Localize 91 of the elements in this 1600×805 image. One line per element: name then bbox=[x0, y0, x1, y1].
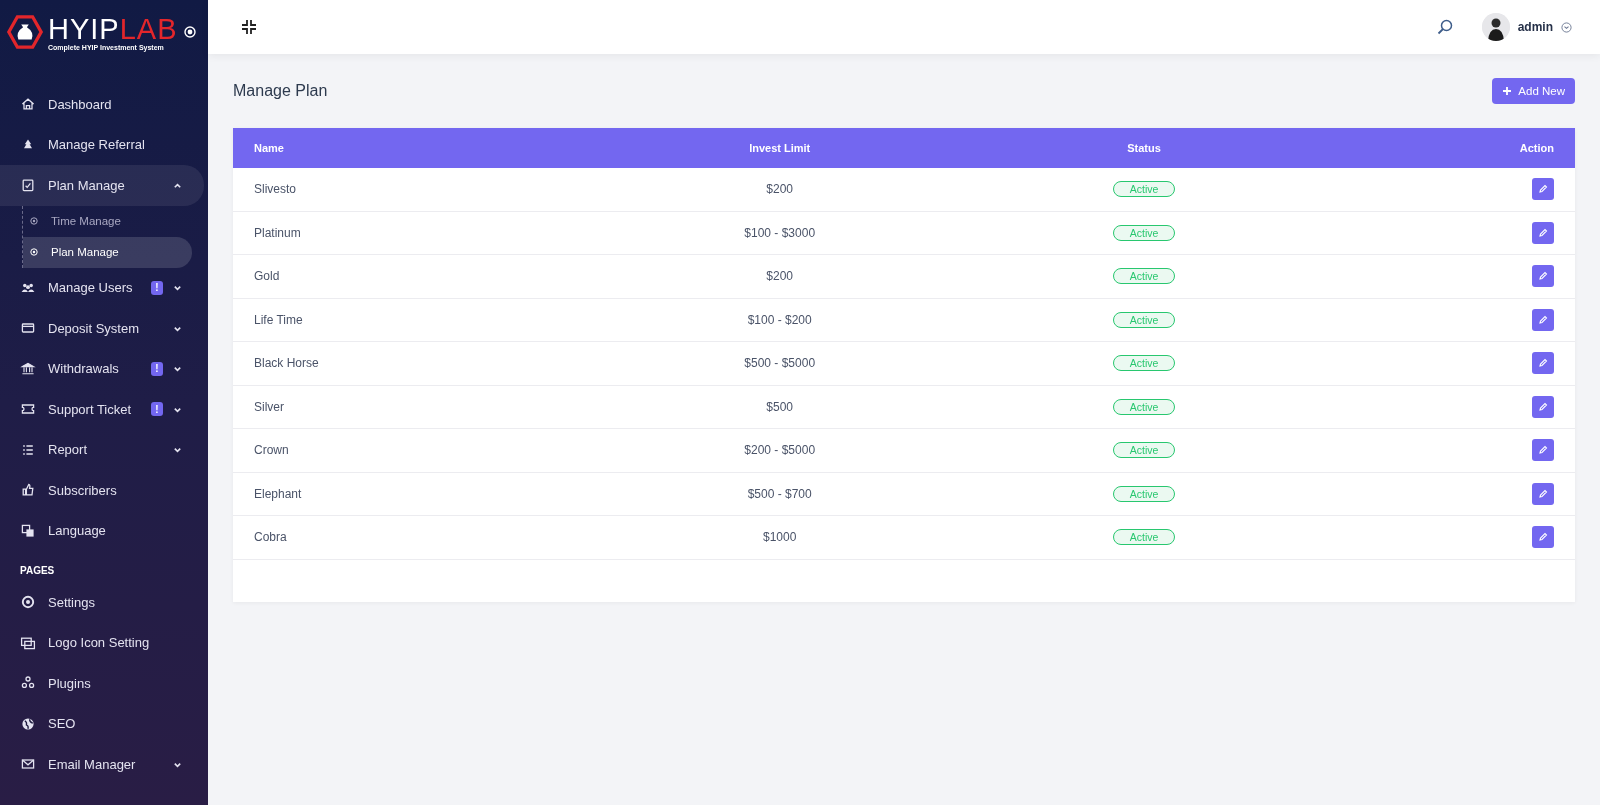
menu-icon bbox=[20, 594, 36, 611]
circle-dot-icon bbox=[30, 248, 38, 256]
status-badge: Active bbox=[1112, 529, 1176, 546]
sidebar-item[interactable]: Logo Icon Setting bbox=[0, 622, 204, 663]
alert-badge: ! bbox=[151, 361, 163, 376]
radio-dot-icon bbox=[183, 26, 196, 38]
sidebar-item[interactable]: Report bbox=[0, 429, 204, 470]
edit-button[interactable] bbox=[1532, 526, 1554, 549]
pencil-icon bbox=[1538, 445, 1548, 456]
sidebar-item[interactable]: Settings bbox=[0, 582, 204, 623]
status-badge: Active bbox=[1112, 398, 1176, 415]
sidebar-item[interactable]: Withdrawals ! bbox=[0, 348, 204, 389]
edit-button[interactable] bbox=[1532, 352, 1554, 375]
menu-icon bbox=[20, 177, 36, 194]
sidebar-item[interactable]: Language bbox=[0, 510, 204, 551]
alert-badge: ! bbox=[151, 402, 163, 417]
menu-icon bbox=[20, 522, 36, 539]
invest-limit: $200 bbox=[590, 254, 969, 298]
plan-name: Elephant bbox=[233, 472, 591, 516]
plus-icon bbox=[1502, 86, 1513, 96]
sidebar-item[interactable]: Plugins bbox=[0, 663, 204, 704]
brand-name: HYIPLAB bbox=[48, 13, 178, 44]
chevron-icon bbox=[173, 364, 182, 374]
edit-button[interactable] bbox=[1532, 265, 1554, 288]
edit-button[interactable] bbox=[1532, 221, 1554, 244]
pencil-icon bbox=[1538, 488, 1548, 499]
edit-button[interactable] bbox=[1532, 439, 1554, 462]
status-badge: Active bbox=[1112, 442, 1176, 459]
sidebar-item[interactable]: Manage Referral bbox=[0, 124, 204, 165]
add-new-button[interactable]: Add New bbox=[1492, 78, 1575, 104]
status-badge: Active bbox=[1112, 485, 1176, 502]
pencil-icon bbox=[1538, 184, 1548, 195]
sidebar-item[interactable]: Subscribers bbox=[0, 470, 204, 511]
pencil-icon bbox=[1538, 401, 1548, 412]
submenu-item[interactable]: Plan Manage bbox=[23, 236, 192, 268]
sidebar-item[interactable]: SEO bbox=[0, 703, 204, 744]
invest-limit: $500 bbox=[590, 385, 969, 429]
plan-name: Life Time bbox=[233, 298, 591, 342]
money-bag-logo-icon bbox=[6, 13, 44, 51]
pencil-icon bbox=[1538, 358, 1548, 369]
plan-name: Slivesto bbox=[233, 168, 591, 211]
plan-name: Silver bbox=[233, 385, 591, 429]
chevron-icon bbox=[173, 445, 182, 455]
status-badge: Active bbox=[1112, 355, 1176, 372]
status-badge: Active bbox=[1112, 268, 1176, 285]
menu-icon bbox=[20, 360, 36, 377]
invest-limit: $1000 bbox=[590, 515, 969, 559]
sidebar-item[interactable]: Deposit System bbox=[0, 308, 204, 349]
sidebar-item[interactable]: Email Manager bbox=[0, 744, 204, 785]
column-header: Action bbox=[1319, 128, 1575, 168]
menu-icon bbox=[20, 715, 36, 732]
search-icon[interactable] bbox=[1435, 18, 1454, 36]
plan-name: Black Horse bbox=[233, 341, 591, 385]
submenu-item[interactable]: Time Manage bbox=[23, 205, 192, 237]
edit-button[interactable] bbox=[1532, 178, 1554, 201]
pencil-icon bbox=[1538, 227, 1548, 238]
chevron-icon bbox=[173, 283, 182, 293]
edit-button[interactable] bbox=[1532, 395, 1554, 418]
invest-limit: $200 - $5000 bbox=[590, 428, 969, 472]
plan-name: Gold bbox=[233, 254, 591, 298]
plan-name: Platinum bbox=[233, 211, 591, 255]
chevron-circle-icon bbox=[1561, 21, 1572, 33]
sidebar-item[interactable]: Plan Manage bbox=[0, 165, 204, 206]
edit-button[interactable] bbox=[1532, 308, 1554, 331]
user-menu[interactable]: admin bbox=[1481, 13, 1572, 41]
invest-limit: $500 - $5000 bbox=[590, 341, 969, 385]
sidebar-item[interactable]: Dashboard bbox=[0, 84, 204, 125]
collapse-icon[interactable] bbox=[240, 18, 258, 36]
edit-button[interactable] bbox=[1532, 482, 1554, 505]
circle-dot-icon bbox=[30, 217, 38, 225]
status-badge: Active bbox=[1112, 224, 1176, 241]
page-title: Manage Plan bbox=[233, 82, 328, 100]
sidebar-item[interactable]: Manage Users ! bbox=[0, 267, 204, 308]
column-header: Status bbox=[968, 128, 1320, 168]
column-header: Name bbox=[233, 128, 591, 168]
alert-badge: ! bbox=[151, 280, 163, 295]
chevron-icon bbox=[173, 180, 182, 190]
sidebar-item[interactable]: Support Ticket ! bbox=[0, 389, 204, 430]
plan-name: Cobra bbox=[233, 515, 591, 559]
status-badge: Active bbox=[1112, 311, 1176, 328]
pencil-icon bbox=[1538, 271, 1548, 282]
pencil-icon bbox=[1538, 532, 1548, 543]
invest-limit: $200 bbox=[590, 168, 969, 211]
column-header: Invest Limit bbox=[590, 128, 969, 168]
invest-limit: $500 - $700 bbox=[590, 472, 969, 516]
plan-name: Crown bbox=[233, 428, 591, 472]
status-badge: Active bbox=[1112, 181, 1176, 198]
pencil-icon bbox=[1538, 314, 1548, 325]
section-heading: PAGES bbox=[19, 564, 56, 578]
invest-limit: $100 - $3000 bbox=[590, 211, 969, 255]
invest-limit: $100 - $200 bbox=[590, 298, 969, 342]
